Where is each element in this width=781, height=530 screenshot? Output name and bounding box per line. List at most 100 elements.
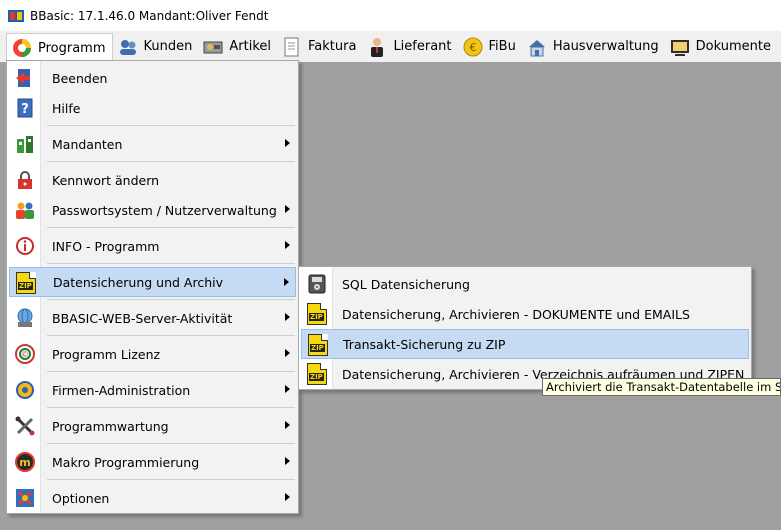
submenu-arrow-icon [285,493,290,501]
menu-item-info[interactable]: INFO - Programm [9,231,296,261]
menu-item-label: INFO - Programm [52,238,160,254]
menu-item-optionen[interactable]: Optionen [9,483,296,513]
menu-item-hilfe[interactable]: ? Hilfe [9,93,296,123]
help-icon: ? [13,97,37,119]
menu-item-datensicherung[interactable]: ZIP Datensicherung und Archiv [9,267,296,297]
submenu-arrow-icon [285,349,290,357]
menu-label: Programm [38,40,106,56]
menu-item-label: Passwortsystem / Nutzerverwaltung [52,202,277,218]
title-bar: BBasic: 17.1.46.0 Mandant:Oliver Fendt [0,0,781,31]
menu-item-passwortsystem[interactable]: Passwortsystem / Nutzerverwaltung [9,195,296,225]
macro-icon: m [13,451,37,473]
users-icon [13,199,37,221]
menu-separator [47,125,295,126]
menu-label: Hausverwaltung [552,39,659,54]
menu-item-label: Datensicherung und Archiv [53,274,223,290]
submenu-arrow-icon [285,205,290,213]
menu-item-label: Makro Programmierung [52,454,200,470]
hausverwaltung-icon [526,36,548,58]
menu-item-programmwartung[interactable]: Programmwartung [9,411,296,441]
license-icon: © [13,343,37,365]
menu-item-beenden[interactable]: Beenden [9,63,296,93]
menu-item-label: Mandanten [52,136,123,152]
zip-icon-shape: ZIP [308,334,328,356]
zip-icon-shape: ZIP [16,272,36,294]
menu-item-label: Kennwort ändern [52,172,160,188]
menu-item-label: Programmwartung [52,418,169,434]
menu-item-label: Programm Lizenz [52,346,161,362]
lieferant-icon [366,36,388,58]
menu-item-firmen-admin[interactable]: Firmen-Administration [9,375,296,405]
menu-separator [47,227,295,228]
tooltip: Archiviert die Transakt-Datentabelle im … [542,378,781,396]
zip-icon-shape: ZIP [307,363,327,385]
submenu-item-dokumente-emails[interactable]: ZIP Datensicherung, Archivieren - DOKUME… [301,299,749,329]
zip-icon: ZIP [14,272,38,294]
menu-fibu[interactable]: € FiBu [458,33,522,61]
programm-dropdown: Beenden ? Hilfe Mandanten Kennwort änder… [6,60,299,514]
menu-item-lizenz[interactable]: © Programm Lizenz [9,339,296,369]
menu-item-label: BBASIC-WEB-Server-Aktivität [52,310,233,326]
menu-item-makro[interactable]: m Makro Programmierung [9,447,296,477]
submenu-arrow-icon [285,457,290,465]
menu-label: Kunden [143,39,193,54]
sql-backup-icon [305,273,329,295]
zip-icon: ZIP [306,334,330,356]
artikel-icon [202,36,224,58]
svg-text:€: € [469,41,476,54]
menu-item-label: Firmen-Administration [52,382,191,398]
menu-bar: Programm Kunden Artikel Faktura Lieferan… [0,31,781,63]
submenu-item-transakt-zip[interactable]: ZIP Transakt-Sicherung zu ZIP [301,329,749,359]
menu-programm[interactable]: Programm [6,32,113,63]
submenu-arrow-icon [284,278,289,286]
app-icon [8,8,24,24]
menu-label: Lieferant [393,39,452,54]
menu-item-mandanten[interactable]: Mandanten [9,129,296,159]
exit-icon [13,67,37,89]
menu-item-label: Optionen [52,490,110,506]
window-title: BBasic: 17.1.46.0 Mandant:Oliver Fendt [30,8,269,23]
menu-item-label: Hilfe [52,100,81,116]
menu-lieferant[interactable]: Lieferant [362,33,457,61]
menu-label: Artikel [229,39,271,54]
menu-label: Faktura [308,39,357,54]
submenu-item-label: Datensicherung, Archivieren - DOKUMENTE … [342,306,690,322]
menu-hausverwaltung[interactable]: Hausverwaltung [522,33,665,61]
lock-icon [13,169,37,191]
menu-separator [47,443,295,444]
tools-icon [13,415,37,437]
menu-kunden[interactable]: Kunden [113,33,199,61]
kunden-icon [117,36,139,58]
svg-text:?: ? [21,102,29,117]
admin-icon [13,379,37,401]
submenu-arrow-icon [285,139,290,147]
faktura-icon [281,36,303,58]
zip-icon: ZIP [305,363,329,385]
menu-label: FiBu [488,39,516,54]
zip-icon-shape: ZIP [307,303,327,325]
menu-item-label: Beenden [52,70,108,86]
info-icon [13,235,37,257]
dokumente-icon [669,36,691,58]
menu-faktura[interactable]: Faktura [277,33,362,61]
zip-icon: ZIP [305,303,329,325]
menu-dokumente[interactable]: Dokumente [665,33,777,61]
options-icon [13,487,37,509]
menu-separator [47,371,295,372]
submenu-item-sql[interactable]: SQL Datensicherung [301,269,749,299]
menu-label: Dokumente [695,39,771,54]
menu-separator [47,479,295,480]
menu-separator [47,407,295,408]
menu-separator [47,299,295,300]
menu-separator [47,335,295,336]
menu-separator [47,161,295,162]
menu-item-web-server[interactable]: BBASIC-WEB-Server-Aktivität [9,303,296,333]
datensicherung-submenu: SQL Datensicherung ZIP Datensicherung, A… [298,266,752,390]
svg-text:©: © [21,350,29,359]
submenu-arrow-icon [285,421,290,429]
submenu-arrow-icon [285,241,290,249]
web-server-icon [13,307,37,329]
fibu-icon: € [462,36,484,58]
menu-item-kennwort[interactable]: Kennwort ändern [9,165,296,195]
menu-artikel[interactable]: Artikel [198,33,277,61]
